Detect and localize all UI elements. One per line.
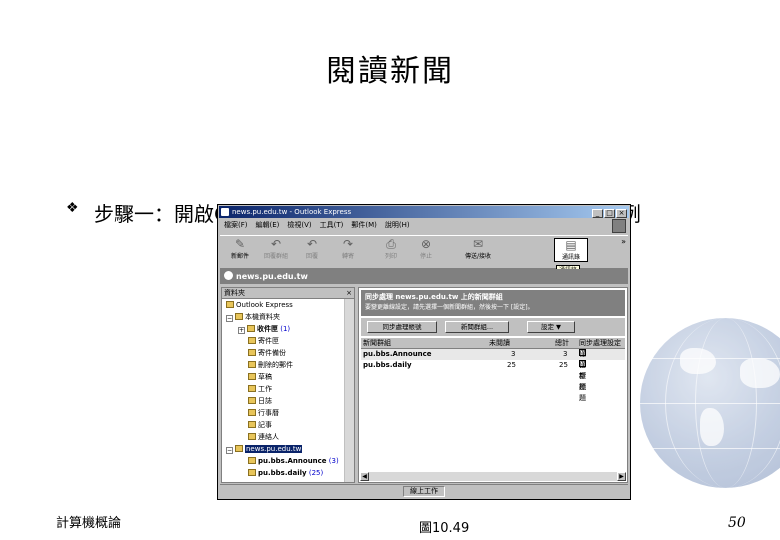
settings-button[interactable]: 設定 ▼	[527, 321, 575, 333]
sync-subtext: 要變更離線設定，請先選擇一個新聞群組，然後按一下 [設定]。	[365, 304, 534, 311]
column-header[interactable]: 新聞群組	[363, 338, 391, 348]
tree-item[interactable]: 工作	[248, 384, 272, 394]
new-mail-icon: ✎	[234, 237, 246, 251]
reply-group-button[interactable]: ↶ 回覆群組	[260, 238, 292, 260]
forward-button[interactable]: ↷ 轉寄	[332, 238, 364, 260]
toolbar-more-icon[interactable]: »	[621, 237, 626, 246]
menu-mail[interactable]: 郵件(M)	[351, 221, 377, 229]
menu-bar: 檔案(F) 編輯(E) 檢視(V) 工具(T) 郵件(M) 說明(H)	[224, 220, 418, 231]
close-pane-icon[interactable]: ×	[346, 288, 352, 298]
address-book-button[interactable]: ▤ 通訊錄	[554, 238, 588, 262]
send-receive-button[interactable]: ✉ 傳送/接收	[458, 238, 498, 260]
reply-group-icon: ↶	[270, 237, 282, 251]
outlook-window: news.pu.edu.tw - Outlook Express _ □ × 檔案(…	[217, 204, 631, 500]
footer-course: 計算機概論	[56, 516, 122, 531]
table-row[interactable]: pu.bbs.daily 25 25 僅新標題	[361, 360, 625, 402]
tree-item[interactable]: 行事曆	[248, 408, 279, 418]
reply-button[interactable]: ↶ 回覆	[296, 238, 328, 260]
tree-item-news-server[interactable]: − news.pu.edu.tw	[226, 444, 303, 454]
column-header[interactable]: 未閱讀	[489, 338, 510, 348]
globe-graphic	[640, 318, 780, 488]
maximize-button[interactable]: □	[604, 209, 615, 218]
menu-file[interactable]: 檔案(F)	[224, 221, 248, 229]
sync-account-button[interactable]: 同步處理帳號	[367, 321, 437, 333]
new-mail-button[interactable]: ✎ 新郵件	[224, 238, 256, 260]
horizontal-scrollbar[interactable]: ◀ ▶	[360, 472, 626, 481]
toolbar: ✎ 新郵件 ↶ 回覆群組 ↶ 回覆 ↷ 轉寄 ⎙ 列印 ⊗ 停止 ✉ 傳送/接收 ▤ 通訊錄	[220, 235, 628, 269]
newsgroups-button[interactable]: 新聞群組...	[445, 321, 509, 333]
minimize-button[interactable]: _	[592, 209, 603, 218]
folder-pane: 資料夾 × Outlook Express − 本機資料夾 + 收件匣 (1) 寄件匣…	[221, 287, 355, 483]
folder-bar: news.pu.edu.tw	[220, 269, 628, 284]
status-bar: 線上工作	[220, 484, 628, 497]
scroll-left-icon[interactable]: ◀	[360, 472, 369, 481]
menu-edit[interactable]: 編輯(E)	[256, 221, 280, 229]
address-book-icon: ▤	[565, 238, 577, 252]
figure-label: 圖10.49	[419, 521, 470, 536]
tree-item[interactable]: 寄件匣	[248, 336, 279, 346]
outlook-app-icon	[221, 208, 229, 216]
status-online: 線上工作	[403, 486, 445, 497]
window-titlebar: news.pu.edu.tw - Outlook Express _ □ ×	[219, 206, 629, 218]
stop-button[interactable]: ⊗ 停止	[410, 238, 442, 260]
menu-tools[interactable]: 工具(T)	[320, 221, 344, 229]
tree-item[interactable]: 日誌	[248, 396, 272, 406]
folder-pane-header: 資料夾 ×	[222, 288, 354, 299]
tree-item[interactable]: 連絡人	[248, 432, 279, 442]
folder-pane-scrollbar[interactable]	[344, 299, 354, 482]
sync-button-row: 同步處理帳號 新聞群組... 設定 ▼	[361, 318, 625, 336]
column-header[interactable]: 總計	[555, 338, 569, 348]
folder-pane-title: 資料夾	[224, 289, 245, 297]
tree-item[interactable]: − 本機資料夾	[226, 312, 280, 322]
scroll-right-icon[interactable]: ▶	[617, 472, 626, 481]
print-button[interactable]: ⎙ 列印	[375, 238, 407, 260]
print-icon: ⎙	[386, 237, 396, 251]
stop-icon: ⊗	[420, 237, 432, 251]
page-number: 50	[728, 515, 746, 531]
tree-item[interactable]: 刪除的郵件	[248, 360, 293, 370]
tree-item[interactable]: 草稿	[248, 372, 272, 382]
table-row[interactable]: pu.bbs.Announce 3 3 僅新標題	[361, 349, 625, 391]
bullet-icon: ❖	[66, 200, 79, 216]
reply-icon: ↶	[306, 237, 318, 251]
menu-help[interactable]: 說明(H)	[385, 221, 410, 229]
close-button[interactable]: ×	[616, 209, 627, 218]
table-header: 新聞群組 未閱讀 總計 同步處理設定	[361, 338, 625, 349]
sync-header: 同步處理 news.pu.edu.tw 上的新聞群組 要變更離線設定，請先選擇一…	[361, 290, 625, 316]
tree-item[interactable]: 寄件備份	[248, 348, 286, 358]
sync-pane: 同步處理 news.pu.edu.tw 上的新聞群組 要變更離線設定，請先選擇一…	[358, 287, 628, 483]
slide-title: 閱讀新聞	[326, 54, 454, 89]
tree-item[interactable]: 記事	[248, 420, 272, 430]
menu-view[interactable]: 檢視(V)	[287, 221, 311, 229]
forward-icon: ↷	[342, 237, 354, 251]
tree-item[interactable]: pu.bbs.daily (25)	[248, 468, 323, 478]
window-title: news.pu.edu.tw - Outlook Express	[232, 208, 352, 216]
windows-logo-icon	[612, 219, 626, 233]
column-header[interactable]: 同步處理設定	[579, 338, 621, 348]
tree-item[interactable]: + 收件匣 (1)	[238, 324, 290, 334]
sync-heading: 同步處理 news.pu.edu.tw 上的新聞群組	[365, 293, 503, 301]
tree-item[interactable]: Outlook Express	[226, 300, 293, 310]
folder-bar-label: news.pu.edu.tw	[236, 272, 308, 281]
news-server-icon	[224, 271, 233, 280]
newsgroup-table: 新聞群組 未閱讀 總計 同步處理設定 pu.bbs.Announce 3 3 僅…	[361, 338, 625, 402]
tree-item[interactable]: pu.bbs.Announce (3)	[248, 456, 339, 466]
send-receive-icon: ✉	[472, 237, 484, 251]
